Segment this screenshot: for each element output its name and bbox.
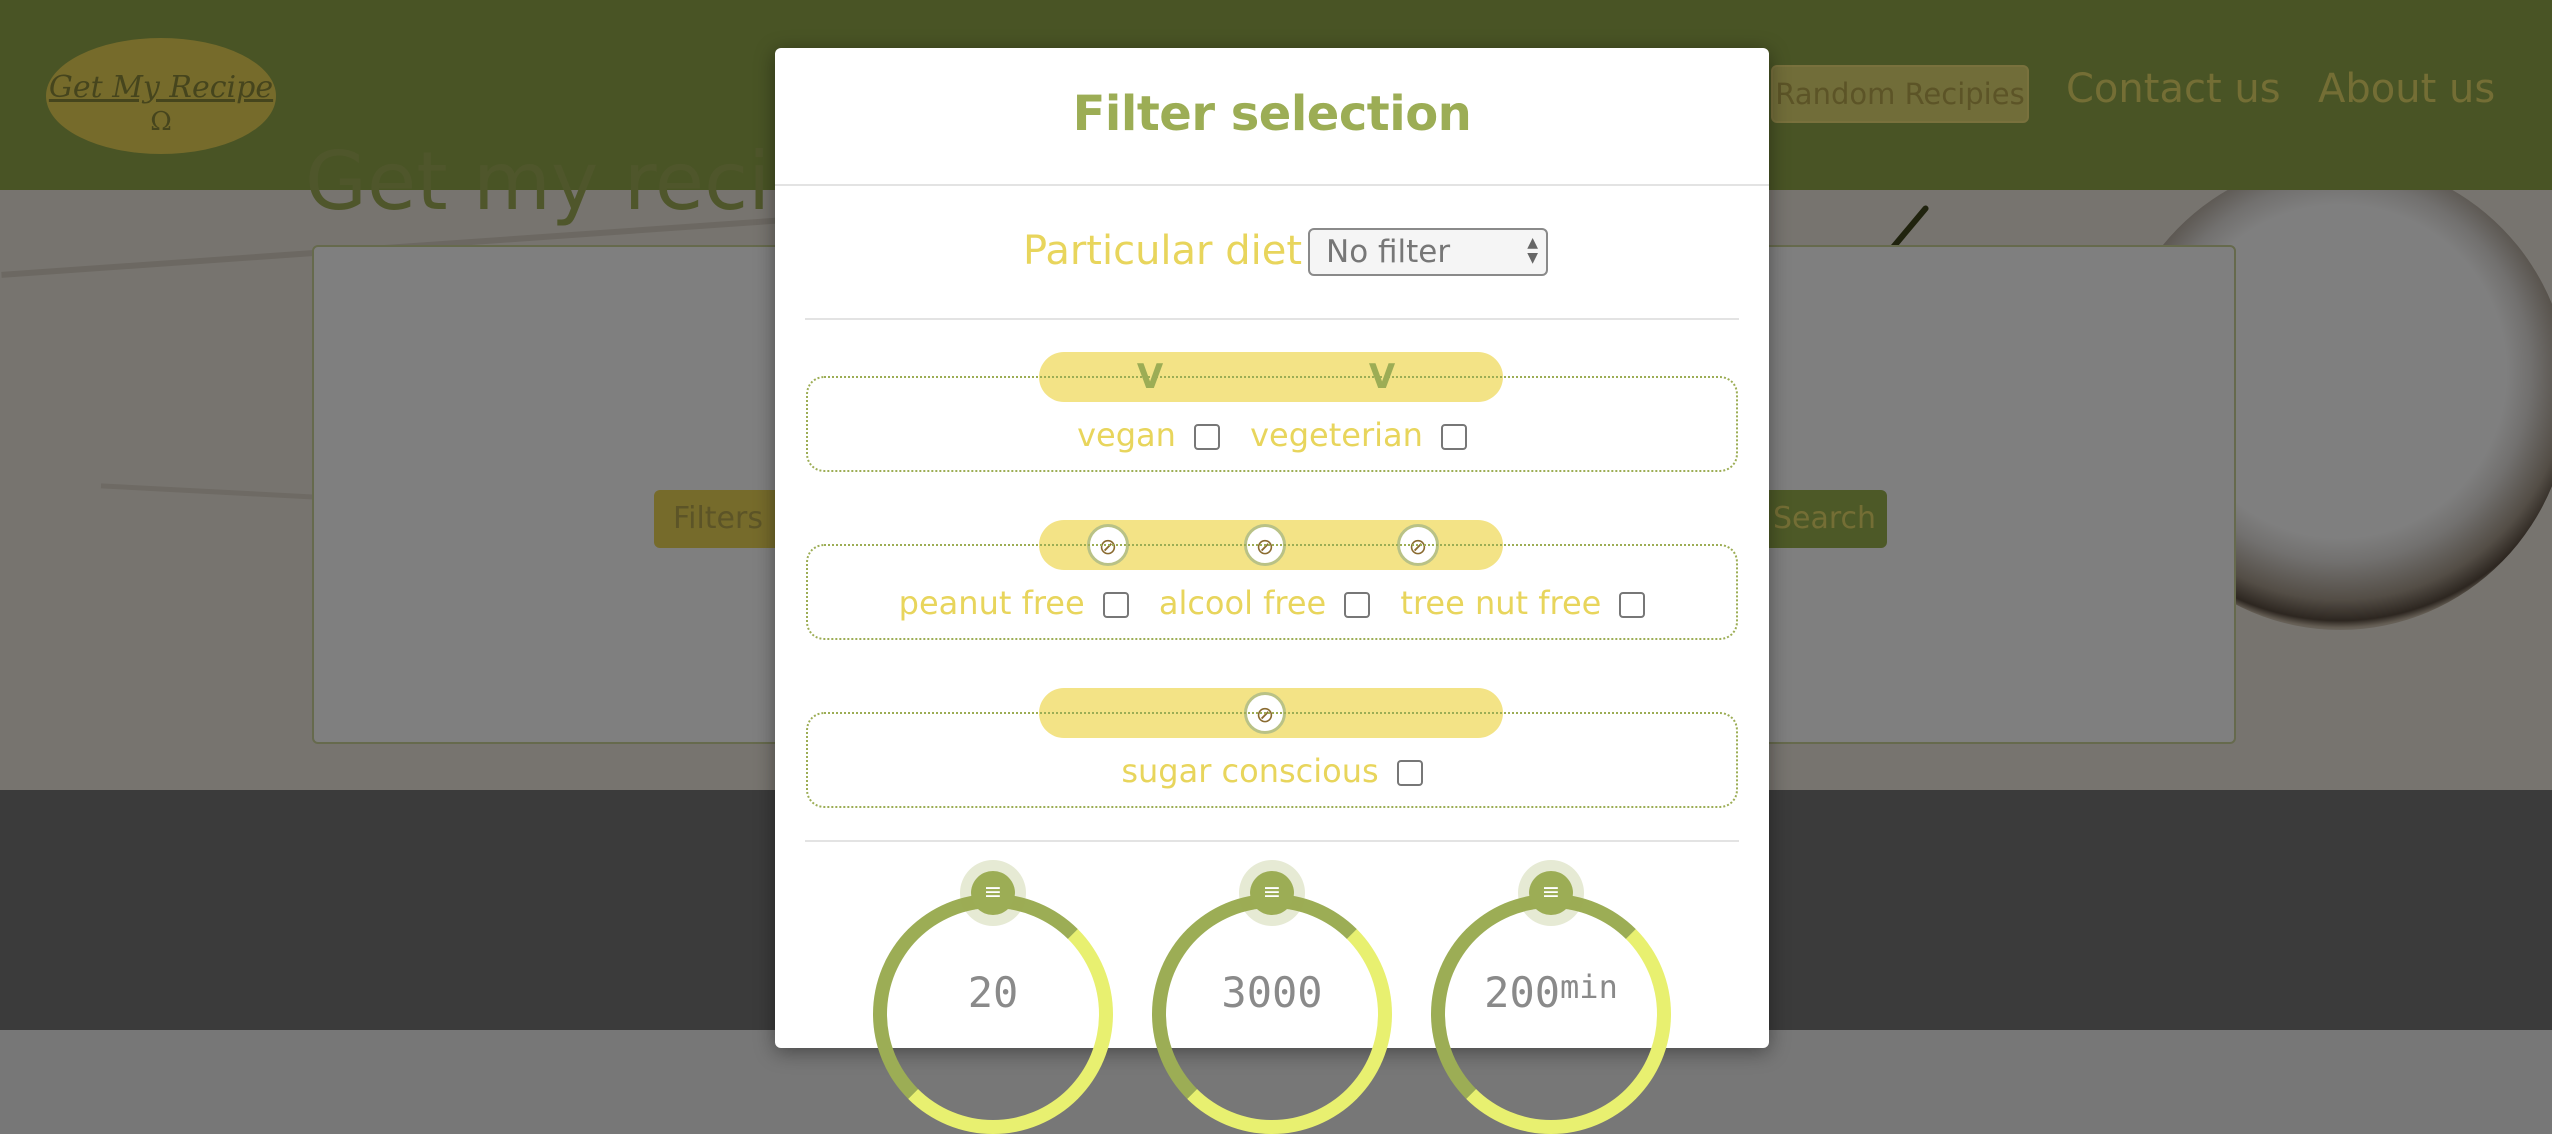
vegetarian-checkbox[interactable] [1440, 424, 1467, 450]
option-tree-nut-free: tree nut free [1400, 584, 1646, 622]
option-peanut-free: peanut free [899, 584, 1129, 622]
divider [805, 318, 1739, 320]
option-label: vegeterian [1250, 416, 1423, 454]
peanut-free-checkbox[interactable] [1102, 592, 1129, 618]
option-sugar-conscious: sugar conscious [1121, 752, 1423, 790]
filter-modal: Filter selection Particular diet No filt… [775, 48, 1769, 1134]
dial-value: 200min [1484, 968, 1618, 1017]
modal-title: Filter selection [1072, 86, 1472, 142]
page: Get My Recipe Ω Random Recipies Contact … [0, 0, 2552, 1134]
handle-icon: ≡ [1250, 871, 1294, 915]
option-label: peanut free [898, 584, 1085, 622]
dial-handle[interactable]: ≡ [1518, 860, 1584, 926]
dial-value: 3000 [1221, 968, 1323, 1017]
handle-icon: ≡ [971, 871, 1015, 915]
dial-value: 20 [967, 968, 1019, 1017]
option-vegan: vegan [1077, 416, 1220, 454]
diet-select[interactable]: No filter ▲ ▼ [1308, 228, 1548, 276]
tree-nut-free-checkbox[interactable] [1619, 592, 1646, 618]
calories-dial[interactable]: ≡ 3000 [1152, 860, 1392, 1134]
option-label: alcool free [1158, 584, 1327, 622]
option-vegetarian: vegeterian [1250, 416, 1467, 454]
sugar-conscious-checkbox[interactable] [1396, 760, 1423, 786]
dial-handle[interactable]: ≡ [960, 860, 1026, 926]
select-arrows-icon: ▲ ▼ [1527, 235, 1538, 266]
time-dial[interactable]: ≡ 200min [1431, 860, 1671, 1134]
vegan-checkbox[interactable] [1193, 424, 1220, 450]
option-label: vegan [1077, 416, 1176, 454]
diet-label: Particular diet [1023, 228, 1303, 274]
alcohol-free-checkbox[interactable] [1344, 592, 1371, 618]
option-label: sugar conscious [1121, 752, 1379, 790]
option-label: tree nut free [1400, 584, 1602, 622]
filter-group-diet-type: vegan vegeterian [806, 376, 1738, 472]
divider [805, 840, 1739, 842]
option-alcohol-free: alcool free [1158, 584, 1371, 622]
divider [775, 184, 1769, 186]
filter-group-sugar: sugar conscious [806, 712, 1738, 808]
handle-icon: ≡ [1529, 871, 1573, 915]
filter-group-allergies: peanut free alcool free tree nut free [806, 544, 1738, 640]
diet-select-value: No filter [1326, 234, 1451, 270]
dial-handle[interactable]: ≡ [1239, 860, 1305, 926]
ingredients-dial[interactable]: ≡ 20 [873, 860, 1113, 1134]
